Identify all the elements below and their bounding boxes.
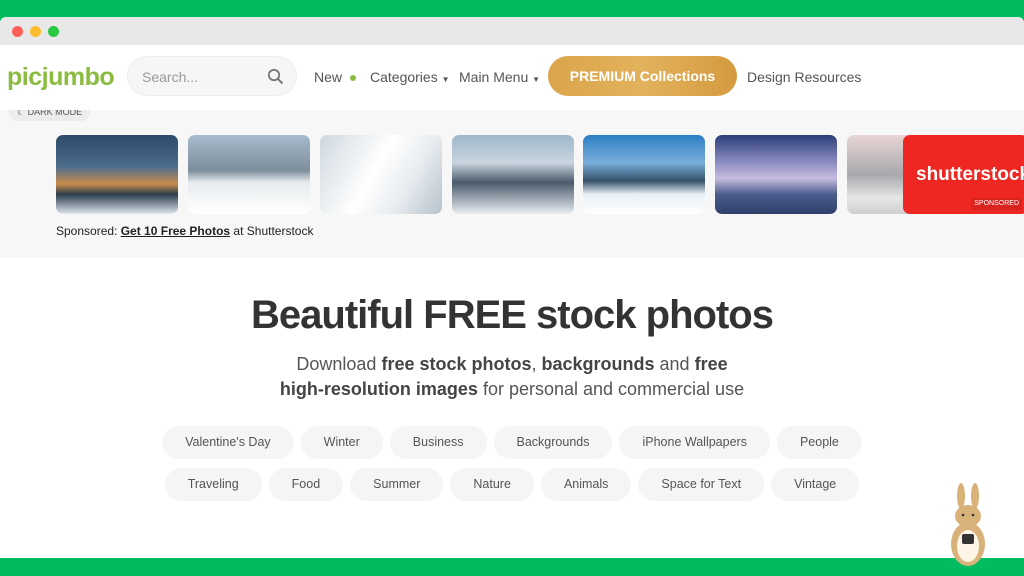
nav-categories[interactable]: Categories ▼ [370, 69, 450, 85]
caret-down-icon: ▼ [441, 75, 450, 84]
free-photos-link[interactable]: Get 10 Free Photos [121, 224, 230, 238]
tag-chip[interactable]: Animals [540, 468, 632, 501]
sponsored-photo[interactable] [56, 135, 178, 214]
nav-new[interactable]: New [314, 69, 356, 85]
close-window-button[interactable] [12, 26, 23, 37]
search-icon[interactable] [267, 68, 284, 85]
sponsored-photo[interactable] [320, 135, 442, 214]
sponsored-photo[interactable] [583, 135, 705, 214]
tag-chip[interactable]: Summer [350, 468, 444, 501]
tag-chip[interactable]: Space for Text [638, 468, 765, 501]
tag-chip[interactable]: iPhone Wallpapers [619, 426, 770, 459]
browser-window: ☾ DARK MODE shutterstock SPONSORED Sponso… [0, 17, 1024, 558]
sponsored-badge: SPONSORED [971, 198, 1022, 210]
search-input[interactable]: Search... [127, 56, 297, 96]
sponsored-band: ☾ DARK MODE shutterstock SPONSORED Sponso… [0, 100, 1024, 258]
tag-row: Valentine's Day Winter Business Backgrounds… [0, 426, 1024, 459]
sponsored-photo[interactable] [715, 135, 837, 214]
caret-down-icon: ▼ [532, 75, 541, 84]
tag-chip[interactable]: Nature [450, 468, 534, 501]
sponsored-photo[interactable] [452, 135, 574, 214]
minimize-window-button[interactable] [30, 26, 41, 37]
logo[interactable]: picjumbo [7, 63, 115, 92]
page-title: Beautiful FREE stock photos [251, 293, 774, 337]
tag-chip[interactable]: People [776, 426, 862, 459]
bunny-mascot-icon [951, 483, 985, 566]
maximize-window-button[interactable] [48, 26, 59, 37]
sponsored-text: Sponsored: Get 10 Free Photos at Shutter… [56, 224, 314, 238]
tag-chip[interactable]: Traveling [164, 468, 262, 501]
site-header: picjumbo Search... New Categories ▼ Main… [0, 45, 1024, 110]
page-subtitle: Download free stock photos, backgrounds … [279, 354, 745, 399]
new-dot-icon [349, 75, 356, 82]
tag-chip[interactable]: Vintage [771, 468, 860, 501]
nav-design-resources[interactable]: Design Resources [747, 69, 861, 85]
premium-collections-button[interactable]: PREMIUM Collections [548, 56, 737, 96]
tag-chip[interactable]: Winter [300, 426, 383, 459]
window-titlebar [0, 17, 1024, 45]
tag-chip[interactable]: Valentine's Day [162, 426, 294, 459]
tag-chip[interactable]: Business [389, 426, 487, 459]
nav-main-menu[interactable]: Main Menu ▼ [459, 69, 540, 85]
shutterstock-ad[interactable]: shutterstock SPONSORED [903, 135, 1024, 214]
tag-chip[interactable]: Backgrounds [493, 426, 613, 459]
tag-chip[interactable]: Food [268, 468, 344, 501]
sponsored-photo[interactable] [188, 135, 310, 214]
tag-row: Traveling Food Summer Nature Animals Space fo… [0, 468, 1024, 501]
